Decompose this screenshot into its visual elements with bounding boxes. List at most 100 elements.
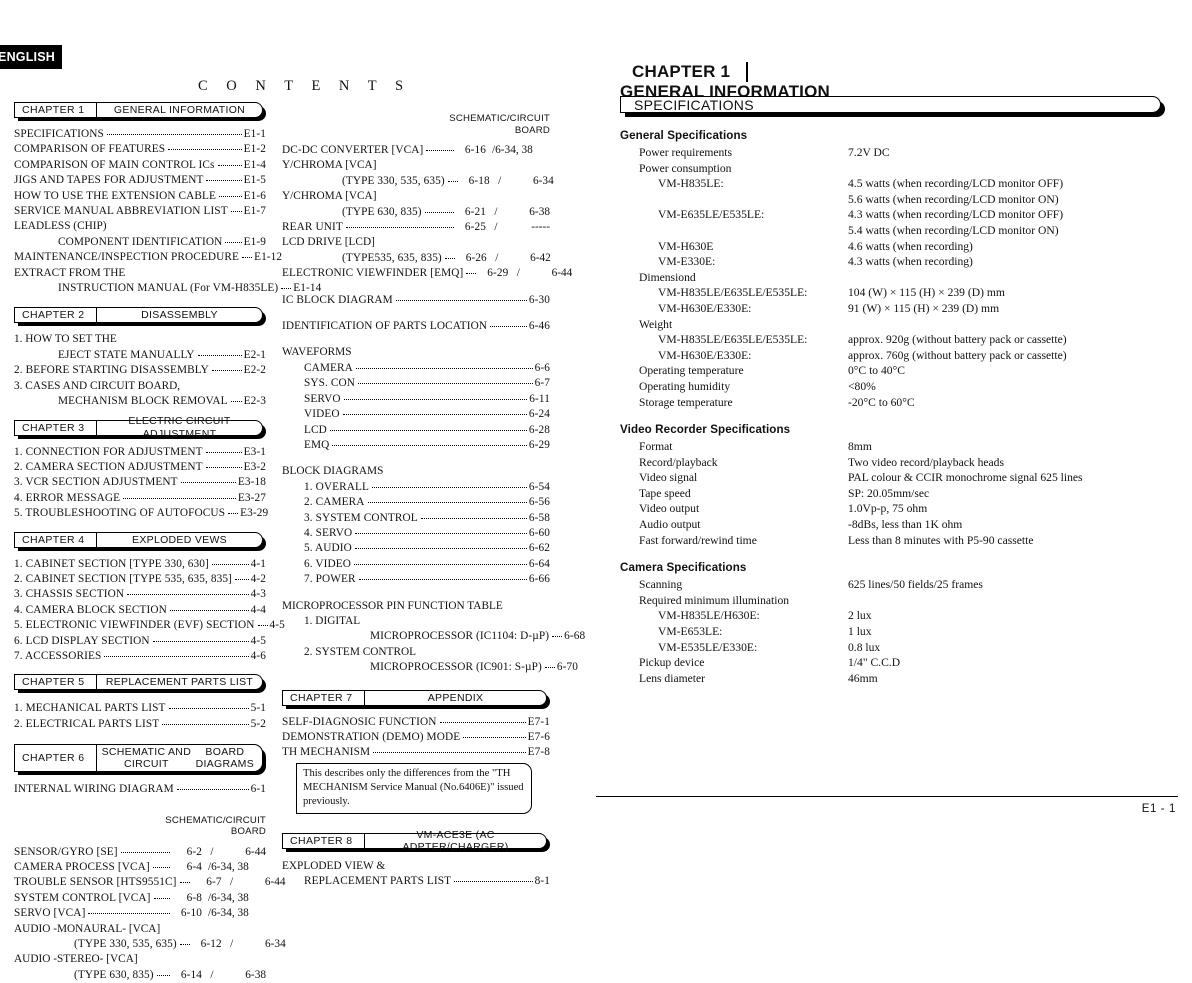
- toc-entry[interactable]: (TYPE 330, 535, 635) 6-18/6-34: [282, 174, 554, 189]
- toc-entry[interactable]: (TYPE 630, 835) 6-14/6-38: [14, 968, 266, 983]
- leader-dots: [219, 195, 242, 197]
- toc-entry[interactable]: SERVO [VCA] 6-10/6-34, 38: [14, 906, 266, 921]
- chapter-bar-box: CHAPTER 5 REPLACEMENT PARTS LIST: [14, 674, 263, 691]
- toc-entry[interactable]: JIGS AND TAPES FOR ADJUSTMENT E1-5: [14, 173, 266, 188]
- toc-entry[interactable]: REAR UNIT 6-25/-----: [282, 220, 550, 235]
- toc-entry[interactable]: 2. CAMERA SECTION ADJUSTMENT E3-2: [14, 460, 266, 475]
- leader-dots: [343, 398, 528, 400]
- toc-entry[interactable]: MICROPROCESSOR (IC901: S-µP) 6-70: [282, 660, 578, 675]
- toc-entry[interactable]: EJECT STATE MANUALLY E2-1: [14, 348, 266, 363]
- chapter-id: CHAPTER 6: [15, 745, 97, 772]
- toc-entry[interactable]: IC BLOCK DIAGRAM 6-30: [282, 293, 550, 308]
- toc-group-heading: WAVEFORMS: [282, 346, 352, 359]
- toc-chapter-1-entries: SPECIFICATIONS E1-1 COMPARISON OF FEATURE…: [14, 127, 321, 296]
- toc-entry[interactable]: COMPARISON OF MAIN CONTROL ICs E1-4: [14, 158, 266, 173]
- toc-entry[interactable]: 2. BEFORE STARTING DISASSEMBLY E2-2: [14, 363, 266, 378]
- toc-entry[interactable]: 2. ELECTRICAL PARTS LIST 5-2: [14, 717, 266, 732]
- chapter-bar-box: CHAPTER 8 VM-ACE3E (AC ADPTER/CHARGER): [282, 828, 547, 853]
- toc-entry[interactable]: SERVICE MANUAL ABBREVIATION LIST E1-7: [14, 204, 266, 219]
- leader-dots: [354, 563, 527, 565]
- toc-entry-continuation: LCD DRIVE [LCD]: [282, 236, 375, 249]
- toc-entry[interactable]: 2. CABINET SECTION [TYPE 535, 635, 835] 4…: [14, 572, 266, 587]
- toc-entry[interactable]: REPLACEMENT PARTS LIST 8-1: [282, 874, 550, 889]
- toc-entry[interactable]: SYSTEM CONTROL [VCA] 6-8/6-34, 38: [14, 891, 266, 906]
- toc-entry[interactable]: 4. ERROR MESSAGE E3-27: [14, 491, 266, 506]
- toc-entry[interactable]: HOW TO USE THE EXTENSION CABLE E1-6: [14, 189, 266, 204]
- chapter-bar-box: CHAPTER 6 SCHEMATIC AND CIRCUIT BOARD DI…: [14, 744, 263, 773]
- leader-dots: [355, 367, 533, 369]
- toc-entry[interactable]: (TYPE 630, 835) 6-21/6-38: [282, 205, 550, 220]
- toc-entry[interactable]: TROUBLE SENSOR [HTS9551C] 6-7/6-44: [14, 875, 286, 890]
- toc-entry[interactable]: 5. ELECTRONIC VIEWFINDER (EVF) SECTION 4-…: [14, 618, 285, 633]
- toc-entry[interactable]: (TYPE 330, 535, 635) 6-12/6-34: [14, 937, 286, 952]
- toc-chapter-7-entries: SELF-DIAGNOSIC FUNCTION E7-1 DEMONSTRATIO…: [282, 715, 550, 761]
- toc-entry[interactable]: ELECTRONIC VIEWFINDER [EMQ] 6-29/6-44: [282, 266, 572, 281]
- toc-entry[interactable]: CAMERA PROCESS [VCA] 6-4/6-34, 38: [14, 860, 266, 875]
- leader-dots: [217, 164, 242, 166]
- toc-chapter-8-entries: EXPLODED VIEW & REPLACEMENT PARTS LIST 8-…: [282, 859, 550, 890]
- toc-entry[interactable]: 1. MECHANICAL PARTS LIST 5-1: [14, 701, 266, 716]
- toc-entry[interactable]: SENSOR/GYRO [SE] 6-2/6-44: [14, 845, 266, 860]
- toc-entry[interactable]: SERVO 6-11: [282, 392, 550, 407]
- toc-entry[interactable]: COMPONENT IDENTIFICATION E1-9: [14, 235, 266, 250]
- chapter-bar-5: CHAPTER 5 REPLACEMENT PARTS LIST: [14, 674, 266, 694]
- chapter-name: GENERAL INFORMATION: [113, 103, 246, 116]
- leader-dots: [123, 497, 236, 499]
- toc-entry[interactable]: SPECIFICATIONS E1-1: [14, 127, 266, 142]
- spec-row: VM-E535LE/E330E: 0.8 lux: [658, 640, 881, 654]
- toc-entry[interactable]: DEMONSTRATION (DEMO) MODE E7-6: [282, 730, 550, 745]
- toc-entry[interactable]: 3. SYSTEM CONTROL 6-58: [282, 511, 550, 526]
- toc-entry[interactable]: EMQ 6-29: [282, 438, 550, 453]
- leader-dots: [205, 451, 242, 453]
- toc-entry[interactable]: 5. AUDIO 6-62: [282, 541, 550, 556]
- spec-row: Power requirements 7.2V DC: [639, 146, 890, 159]
- leader-dots: [168, 149, 242, 151]
- toc-entry[interactable]: VIDEO 6-24: [282, 407, 550, 422]
- toc-entry[interactable]: 4. SERVO 6-60: [282, 526, 550, 541]
- toc-entry[interactable]: 4. CAMERA BLOCK SECTION 4-4: [14, 603, 266, 618]
- toc-entry[interactable]: 3. VCR SECTION ADJUSTMENT E3-18: [14, 475, 266, 490]
- leader-dots: [127, 594, 249, 596]
- toc-entry[interactable]: MECHANISM BLOCK REMOVAL E2-3: [14, 394, 266, 409]
- toc-entry-continuation: Y/CHROMA [VCA]: [282, 159, 377, 172]
- leader-dots: [544, 667, 555, 669]
- toc-entry[interactable]: COMPARISON OF FEATURES E1-2: [14, 142, 266, 157]
- toc-entry[interactable]: 6. LCD DISPLAY SECTION 4-5: [14, 634, 266, 649]
- chapter-bar-7: CHAPTER 7 APPENDIX: [282, 689, 550, 709]
- schematic-header-line-1: SCHEMATIC/CIRCUIT: [165, 814, 266, 826]
- toc-entry[interactable]: (TYPE535, 635, 835) 6-26/6-42: [282, 251, 551, 266]
- spec-row: Lens diameter 46mm: [639, 671, 878, 685]
- toc-entry[interactable]: 6. VIDEO 6-64: [282, 557, 550, 572]
- leader-dots: [88, 913, 170, 915]
- toc-entry[interactable]: DC-DC CONVERTER [VCA] 6-16/6-34, 38: [282, 143, 550, 158]
- spec-row: VM-H630E 4.6 watts (when recording): [658, 239, 973, 253]
- toc-entry[interactable]: SELF-DIAGNOSIC FUNCTION E7-1: [282, 715, 550, 730]
- chapter-name: VM-ACE3E (AC ADPTER/CHARGER): [402, 828, 509, 853]
- leader-dots: [176, 789, 249, 791]
- spec-row: Storage temperature -20°C to 60°C: [639, 395, 915, 409]
- toc-entry[interactable]: 5. TROUBLESHOOTING OF AUTOFOCUS E3-29: [14, 506, 268, 521]
- leader-dots: [179, 882, 190, 884]
- toc-entry[interactable]: 1. CABINET SECTION [TYPE 330, 630] 4-1: [14, 557, 266, 572]
- toc-entry[interactable]: MICROPROCESSOR (IC1104: D-µP) 6-68: [282, 629, 585, 644]
- toc-entry[interactable]: 7. POWER 6-66: [282, 572, 550, 587]
- toc-entry[interactable]: INSTRUCTION MANUAL (For VM-H835LE) E1-14: [14, 281, 321, 296]
- toc-entry[interactable]: 2. CAMERA 6-56: [282, 495, 550, 510]
- toc-entry[interactable]: CAMERA 6-6: [282, 361, 550, 376]
- schematic-board-header: SCHEMATIC/CIRCUIT BOARD: [282, 113, 550, 136]
- spec-row: Dimensiond: [639, 270, 696, 284]
- spec-row: Power consumption: [639, 161, 732, 175]
- toc-entry[interactable]: MAINTENANCE/INSPECTION PROCEDURE E1-12: [14, 250, 282, 265]
- toc-chapter-6-intro: INTERNAL WIRING DIAGRAM 6-1: [14, 782, 266, 797]
- toc-entry[interactable]: 1. CONNECTION FOR ADJUSTMENT E3-1: [14, 445, 266, 460]
- toc-entry[interactable]: SYS. CON 6-7: [282, 376, 550, 391]
- toc-entry[interactable]: TH MECHANISM E7-8: [282, 745, 550, 760]
- toc-entry[interactable]: IDENTIFICATION OF PARTS LOCATION 6-46: [282, 319, 550, 334]
- toc-entry[interactable]: 7. ACCESSORIES 4-6: [14, 649, 266, 664]
- schematic-header-line-2: BOARD: [514, 124, 550, 136]
- spec-row: VM-E635LE/E535LE: 4.3 watts (when recordi…: [658, 208, 1064, 222]
- toc-entry[interactable]: 1. OVERALL 6-54: [282, 480, 550, 495]
- toc-entry[interactable]: 3. CHASSIS SECTION 4-3: [14, 587, 266, 602]
- toc-entry[interactable]: LCD 6-28: [282, 423, 550, 438]
- toc-entry[interactable]: INTERNAL WIRING DIAGRAM 6-1: [14, 782, 266, 797]
